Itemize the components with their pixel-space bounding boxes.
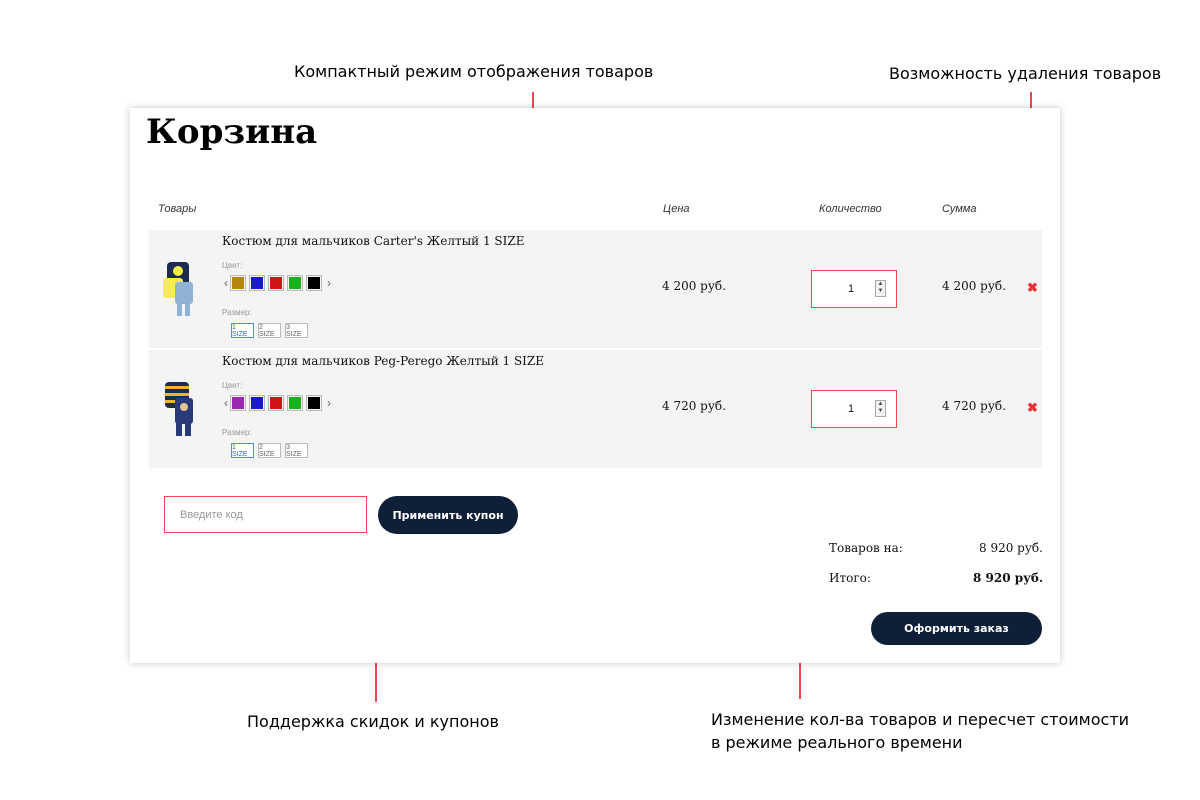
- cart-panel: Корзина Товары Цена Количество Сумма Кос…: [130, 108, 1060, 663]
- header-qty: Количество: [819, 203, 882, 215]
- size-option[interactable]: 1 SIZE: [231, 323, 254, 338]
- size-label: Размер:: [222, 308, 252, 317]
- size-picker: 1 SIZE 2 SIZE 3 SIZE: [231, 443, 312, 458]
- item-sum: 4 200 руб.: [942, 279, 1006, 293]
- close-icon[interactable]: ✖: [1027, 280, 1038, 296]
- color-swatch[interactable]: [287, 275, 303, 291]
- color-swatch[interactable]: [306, 395, 322, 411]
- annotation-realtime-line1: Изменение кол-ва товаров и пересчет стои…: [711, 710, 1130, 729]
- annotation-coupons: Поддержка скидок и купонов: [247, 712, 499, 731]
- close-icon[interactable]: ✖: [1027, 400, 1038, 416]
- checkout-button[interactable]: Оформить заказ: [871, 612, 1042, 645]
- product-name[interactable]: Костюм для мальчиков Peg-Perego Желтый 1…: [222, 354, 544, 368]
- header-items: Товары: [158, 203, 197, 215]
- chevron-right-icon[interactable]: ›: [325, 276, 333, 290]
- quantity-value[interactable]: 1: [848, 283, 854, 295]
- color-swatch[interactable]: [306, 275, 322, 291]
- quantity-stepper[interactable]: 1 ▲ ▼: [811, 390, 897, 428]
- page-title: Корзина: [146, 112, 318, 152]
- size-option[interactable]: 3 SIZE: [285, 323, 308, 338]
- spinner-icon[interactable]: ▲ ▼: [875, 400, 886, 417]
- item-sum: 4 720 руб.: [942, 399, 1006, 413]
- size-picker: 1 SIZE 2 SIZE 3 SIZE: [231, 323, 312, 338]
- cart-item-row: Костюм для мальчиков Carter's Желтый 1 S…: [149, 230, 1042, 348]
- quantity-stepper[interactable]: 1 ▲ ▼: [811, 270, 897, 308]
- annotation-realtime-line2: в режиме реального времени: [711, 733, 963, 752]
- grand-total-value: 8 920 руб.: [973, 571, 1044, 585]
- header-price: Цена: [663, 203, 690, 215]
- coupon-input[interactable]: [164, 496, 367, 533]
- color-picker: ‹ ›: [222, 395, 333, 411]
- quantity-value[interactable]: 1: [848, 403, 854, 415]
- cart-item-row: Костюм для мальчиков Peg-Perego Желтый 1…: [149, 350, 1042, 468]
- color-swatch[interactable]: [249, 275, 265, 291]
- color-label: Цвет:: [222, 261, 243, 270]
- header-sum: Сумма: [942, 203, 977, 215]
- color-swatch[interactable]: [230, 395, 246, 411]
- annotation-compact-mode: Компактный режим отображения товаров: [294, 62, 654, 81]
- product-image: [163, 262, 193, 316]
- color-swatch[interactable]: [230, 275, 246, 291]
- color-label: Цвет:: [222, 381, 243, 390]
- size-option[interactable]: 1 SIZE: [231, 443, 254, 458]
- items-total-value: 8 920 руб.: [979, 541, 1043, 555]
- chevron-right-icon[interactable]: ›: [325, 396, 333, 410]
- annotation-remove-items: Возможность удаления товаров: [889, 64, 1162, 83]
- size-label: Размер:: [222, 428, 252, 437]
- item-price: 4 720 руб.: [662, 399, 726, 413]
- size-option[interactable]: 2 SIZE: [258, 323, 281, 338]
- apply-coupon-button[interactable]: Применить купон: [378, 496, 518, 534]
- chevron-left-icon[interactable]: ‹: [222, 396, 230, 410]
- color-picker: ‹ ›: [222, 275, 333, 291]
- color-swatch[interactable]: [249, 395, 265, 411]
- color-swatch[interactable]: [287, 395, 303, 411]
- size-option[interactable]: 3 SIZE: [285, 443, 308, 458]
- product-image: [165, 382, 193, 436]
- items-total-label: Товаров на:: [829, 541, 903, 555]
- spinner-icon[interactable]: ▲ ▼: [875, 280, 886, 297]
- chevron-left-icon[interactable]: ‹: [222, 276, 230, 290]
- color-swatch[interactable]: [268, 395, 284, 411]
- grand-total-label: Итого:: [829, 571, 871, 585]
- product-name[interactable]: Костюм для мальчиков Carter's Желтый 1 S…: [222, 234, 524, 248]
- item-price: 4 200 руб.: [662, 279, 726, 293]
- color-swatch[interactable]: [268, 275, 284, 291]
- size-option[interactable]: 2 SIZE: [258, 443, 281, 458]
